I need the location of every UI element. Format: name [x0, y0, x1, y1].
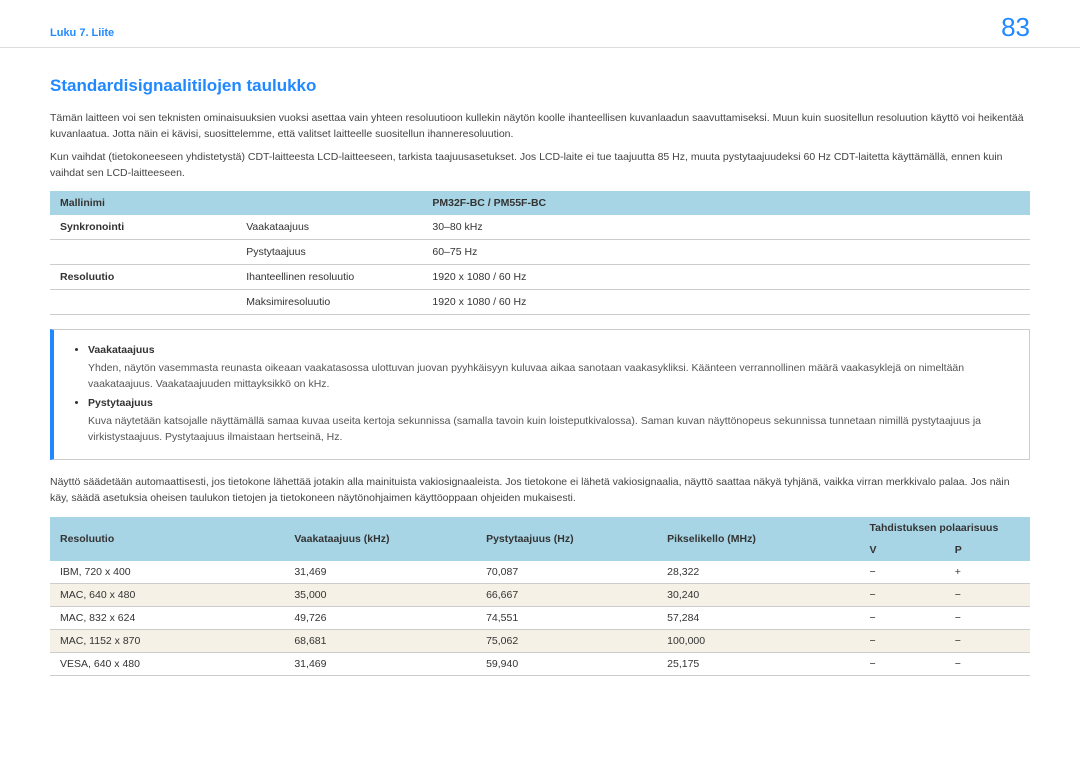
- mode-table-header: Resoluutio Vaakataajuus (kHz) Pystytaaju…: [50, 517, 1030, 539]
- cell-v: −: [860, 561, 945, 584]
- table-row: Synkronointi Vaakataajuus 30–80 kHz: [50, 215, 1030, 240]
- cell-pc: 25,175: [657, 652, 859, 675]
- row-value: 30–80 kHz: [422, 215, 1030, 240]
- row-group: [50, 240, 236, 265]
- intro-paragraph-1: Tämän laitteen voi sen teknisten ominais…: [50, 110, 1030, 143]
- cell-vf: 74,551: [476, 606, 657, 629]
- cell-res: MAC, 640 x 480: [50, 583, 284, 606]
- cell-vf: 75,062: [476, 629, 657, 652]
- row-param: Ihanteellinen resoluutio: [236, 265, 422, 290]
- row-value: 1920 x 1080 / 60 Hz: [422, 265, 1030, 290]
- cell-res: VESA, 640 x 480: [50, 652, 284, 675]
- cell-res: IBM, 720 x 400: [50, 561, 284, 584]
- table-row: Pystytaajuus 60–75 Hz: [50, 240, 1030, 265]
- row-value: 1920 x 1080 / 60 Hz: [422, 290, 1030, 315]
- table-row: MAC, 640 x 480 35,000 66,667 30,240 − −: [50, 583, 1030, 606]
- cell-p: −: [945, 583, 1030, 606]
- page-content: Standardisignaalitilojen taulukko Tämän …: [0, 48, 1080, 676]
- cell-p: −: [945, 629, 1030, 652]
- note-term: Pystytaajuus: [88, 397, 153, 409]
- cell-v: −: [860, 606, 945, 629]
- col-polarity: Tahdistuksen polaarisuus: [860, 517, 1030, 539]
- col-pixclock: Pikselikello (MHz): [657, 517, 859, 561]
- col-vfreq: Pystytaajuus (Hz): [476, 517, 657, 561]
- cell-res: MAC, 1152 x 870: [50, 629, 284, 652]
- mode-table: Resoluutio Vaakataajuus (kHz) Pystytaaju…: [50, 517, 1030, 676]
- row-param: Maksimiresoluutio: [236, 290, 422, 315]
- cell-hf: 31,469: [284, 561, 476, 584]
- note-item: Vaakataajuus Yhden, näytön vasemmasta re…: [88, 344, 1013, 393]
- cell-vf: 70,087: [476, 561, 657, 584]
- cell-v: −: [860, 652, 945, 675]
- row-param: Pystytaajuus: [236, 240, 422, 265]
- row-group: [50, 290, 236, 315]
- note-box: Vaakataajuus Yhden, näytön vasemmasta re…: [50, 329, 1030, 460]
- spec-table: Mallinimi PM32F-BC / PM55F-BC Synkronoin…: [50, 191, 1030, 315]
- row-group: Resoluutio: [50, 265, 236, 290]
- cell-hf: 49,726: [284, 606, 476, 629]
- intro-paragraph-2: Kun vaihdat (tietokoneeseen yhdistetystä…: [50, 149, 1030, 182]
- cell-v: −: [860, 583, 945, 606]
- cell-v: −: [860, 629, 945, 652]
- table-row: MAC, 1152 x 870 68,681 75,062 100,000 − …: [50, 629, 1030, 652]
- note-desc: Kuva näytetään katsojalle näyttämällä sa…: [88, 413, 1013, 446]
- table-row: Maksimiresoluutio 1920 x 1080 / 60 Hz: [50, 290, 1030, 315]
- row-group: Synkronointi: [50, 215, 236, 240]
- note-term: Vaakataajuus: [88, 344, 155, 356]
- chapter-label: Luku 7. Liite: [50, 27, 114, 39]
- cell-pc: 28,322: [657, 561, 859, 584]
- col-polarity-p: P: [945, 539, 1030, 561]
- col-hfreq: Vaakataajuus (kHz): [284, 517, 476, 561]
- note-item: Pystytaajuus Kuva näytetään katsojalle n…: [88, 397, 1013, 446]
- cell-p: −: [945, 652, 1030, 675]
- table-row: VESA, 640 x 480 31,469 59,940 25,175 − −: [50, 652, 1030, 675]
- spec-table-header: Mallinimi PM32F-BC / PM55F-BC: [50, 191, 1030, 215]
- table-row: MAC, 832 x 624 49,726 74,551 57,284 − −: [50, 606, 1030, 629]
- cell-hf: 31,469: [284, 652, 476, 675]
- cell-pc: 57,284: [657, 606, 859, 629]
- col-resolution: Resoluutio: [50, 517, 284, 561]
- note-desc: Yhden, näytön vasemmasta reunasta oikeaa…: [88, 360, 1013, 393]
- table-row: Resoluutio Ihanteellinen resoluutio 1920…: [50, 265, 1030, 290]
- cell-vf: 59,940: [476, 652, 657, 675]
- col-polarity-v: V: [860, 539, 945, 561]
- page-number: 83: [1001, 12, 1030, 43]
- table-row: IBM, 720 x 400 31,469 70,087 28,322 − +: [50, 561, 1030, 584]
- cell-vf: 66,667: [476, 583, 657, 606]
- spec-header-model: Mallinimi: [50, 191, 236, 215]
- cell-pc: 100,000: [657, 629, 859, 652]
- section-title: Standardisignaalitilojen taulukko: [50, 76, 1030, 96]
- cell-pc: 30,240: [657, 583, 859, 606]
- page-header: Luku 7. Liite 83: [0, 0, 1080, 48]
- cell-hf: 68,681: [284, 629, 476, 652]
- mid-paragraph: Näyttö säädetään automaattisesti, jos ti…: [50, 474, 1030, 507]
- cell-res: MAC, 832 x 624: [50, 606, 284, 629]
- spec-header-value: PM32F-BC / PM55F-BC: [422, 191, 1030, 215]
- cell-hf: 35,000: [284, 583, 476, 606]
- cell-p: +: [945, 561, 1030, 584]
- row-value: 60–75 Hz: [422, 240, 1030, 265]
- row-param: Vaakataajuus: [236, 215, 422, 240]
- cell-p: −: [945, 606, 1030, 629]
